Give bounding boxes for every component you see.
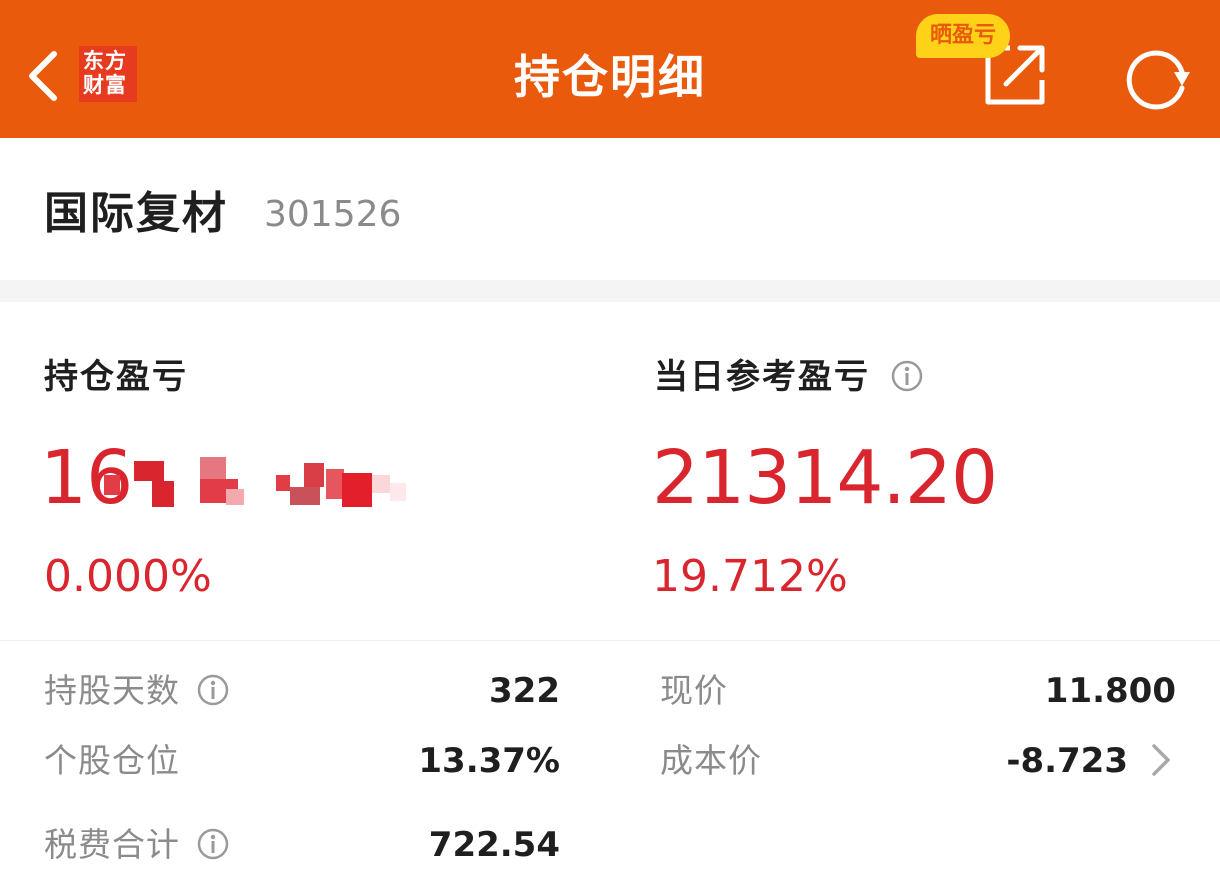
position-ratio-value: 13.37% [418,741,560,781]
refresh-icon[interactable] [1120,42,1194,116]
holding-days-value: 322 [489,671,560,711]
tax-fee-label: 税费合计 [44,823,230,867]
holding-days-label: 持股天数 [44,669,230,713]
position-ratio-label: 个股仓位 [44,741,180,780]
today-pnl-value: 21314.20 [652,435,998,521]
holding-days-label-text: 持股天数 [44,671,180,710]
cost-price-label[interactable]: 成本价 [660,739,762,783]
info-icon[interactable] [196,827,230,861]
redaction-mosaic [104,445,414,515]
today-pnl-label-text: 当日参考盈亏 [654,357,870,397]
cost-price-value[interactable]: -8.723 [928,739,1128,783]
share-pnl-badge[interactable]: 晒盈亏 [916,14,1011,58]
stock-header: 国际复材 301526 [0,138,1220,280]
detail-divider [0,640,1220,641]
tax-fee-value: 722.54 [428,825,560,865]
info-icon[interactable] [196,673,230,707]
tax-fee-label-text: 税费合计 [44,825,180,864]
today-pnl-percent: 19.712% [652,551,848,602]
chevron-right-icon[interactable] [1148,741,1174,779]
current-price-value: 11.800 [1044,671,1176,711]
holding-pnl-label: 持仓盈亏 [44,357,188,397]
today-pnl-label: 当日参考盈亏 [654,354,924,400]
top-bar: 东方 财富 持仓明细 晒盈亏 [0,0,1220,138]
holding-pnl-percent: 0.000% [44,551,212,602]
stock-name: 国际复材 [44,188,228,239]
stock-code: 301526 [264,194,402,235]
info-icon[interactable] [890,359,924,393]
section-divider [0,280,1220,302]
current-price-label: 现价 [660,671,728,710]
